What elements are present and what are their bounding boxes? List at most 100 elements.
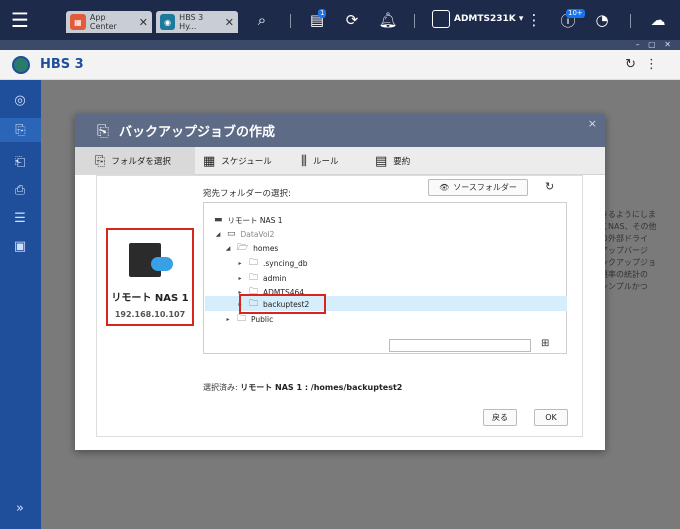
summary-icon: ▤ [375,153,388,169]
storage-space-icon[interactable]: ☰ [10,208,30,228]
folder-icon: ▬ [214,215,223,225]
divider [414,14,415,28]
selection-highlight-box [239,294,326,314]
more-vertical-icon[interactable]: ⋮ [522,8,546,32]
collapse-arrow-icon[interactable]: ▸ [236,260,244,267]
close-icon[interactable]: ✕ [225,16,234,29]
services-icon[interactable]: ▣ [10,236,30,256]
folder-icon: 🗀︎ [249,258,259,268]
sync-folder-icon[interactable]: ⎙ [10,180,30,200]
bell-icon[interactable]: 🔔︎ [376,8,400,32]
backup-job-icon: ⎘ [97,121,110,140]
source-nas-card: リモート NAS 1 192.168.10.107 [106,228,194,326]
divider [290,14,291,28]
tab-app-center[interactable]: ▦ App Center ✕ [66,11,152,33]
tree-node-remote-nas[interactable]: ▬ リモート NAS 1 [214,213,283,227]
step-label: 要約 [393,157,411,167]
back-button[interactable]: 戻る [483,409,517,426]
step-label: スケジュール [221,157,272,167]
source-nas-name: リモート NAS 1 [111,293,189,304]
close-icon[interactable]: × [588,117,597,130]
top-taskbar: ☰ ▦ App Center ✕ ◉ HBS 3 Hy... ✕ ⌕ ▤ 1 ⟳… [0,0,680,40]
user-menu[interactable]: ADMTS231K ▾ [432,10,523,28]
selected-path: 選択済み: リモート NAS 1 : /homes/backuptest2 [203,382,402,393]
tree-label: .syncing_db [263,258,308,268]
tree-label: リモート NAS 1 [227,215,283,225]
tab-label: HBS 3 Hy... [179,13,204,31]
step-rules[interactable]: ⫼ ルール [301,147,339,175]
sidebar: ◎ ⎘ ⎗ ⎙ ☰ ▣ » [0,80,41,529]
cloud-icon [151,257,173,271]
folder-icon: 🗀︎ [237,314,247,324]
expand-arrow-icon[interactable]: ◢ [214,231,222,238]
step-select-folder[interactable]: ⎘ フォルダを選択 [75,147,195,175]
tree-label: DataVol2 [240,229,275,239]
search-icon[interactable]: ⌕ [250,8,274,32]
dialog-body: リモート NAS 1 192.168.10.107 宛先フォルダーの選択: 👁︎… [96,175,583,437]
selected-path-value: リモート NAS 1 : /homes/backuptest2 [240,383,403,392]
hbs-logo-icon [12,55,30,74]
notification-badge: 1 [318,9,327,18]
tab-hbs3[interactable]: ◉ HBS 3 Hy... ✕ [156,11,238,33]
tree-node-admin[interactable]: ▸ 🗀︎ admin [236,271,287,285]
tree-label: homes [253,243,279,253]
user-avatar-icon [432,10,450,28]
folder-tree: ▬ リモート NAS 1 ◢ ▭ DataVol2 ◢ 🗁︎ homes ▸ 🗀… [203,202,567,354]
app-center-icon: ▦ [70,14,86,30]
wizard-steps: ⎘ フォルダを選択 ▦ スケジュール ⫼ ルール ▤ 要約 [75,147,605,175]
folder-select-icon: ⎘ [95,153,106,169]
step-label: フォルダを選択 [111,157,171,167]
refresh-icon[interactable]: ↻ [625,57,636,72]
background-description: きるようにしま こNAS、その他 の外部ドライ アップバージ ックアップジョ 用… [600,210,657,291]
dialog-header: ⎘ バックアップジョブの作成 × [75,114,605,147]
refresh-icon[interactable]: ↻ [545,180,554,193]
divider [630,14,631,28]
username: ADMTS231K ▾ [454,14,524,24]
step-summary[interactable]: ▤ 要約 [375,147,410,175]
ok-button[interactable]: OK [534,409,568,426]
selected-prefix: 選択済み: [203,383,241,392]
tab-label: App Center [89,13,117,31]
step-label: ルール [312,157,339,167]
close-icon[interactable]: ✕ [139,16,148,29]
tree-node-syncing-db[interactable]: ▸ 🗀︎ .syncing_db [236,256,308,270]
sliders-icon: ⫼ [301,153,307,169]
calendar-icon: ▦ [203,153,216,169]
eye-icon: 👁︎ [439,183,450,192]
tree-node-public[interactable]: ▸ 🗀︎ Public [224,312,273,326]
hbs-icon: ◉ [160,14,176,30]
restore-icon[interactable]: ⎗ [10,152,30,172]
tree-label: Public [251,314,274,324]
source-folder-button[interactable]: 👁︎ ソースフォルダー [428,179,528,196]
app-title: HBS 3 [40,57,84,72]
window-titlebar: – ▢ ✕ [0,40,680,50]
more-vertical-icon[interactable]: ⋮ [645,57,658,72]
sync-icon[interactable]: ⟳ [340,8,364,32]
new-folder-name-input[interactable] [389,339,531,352]
source-folder-button-label: ソースフォルダー [453,183,517,192]
backup-icon[interactable]: ⎘ [0,118,41,142]
nas-device-icon [129,243,173,279]
overview-icon[interactable]: ◎ [10,90,30,110]
add-folder-icon[interactable]: ⊞ [541,338,549,349]
destination-folder-label: 宛先フォルダーの選択: [203,189,291,199]
collapse-arrow-icon[interactable]: ▸ [224,316,232,323]
window-controls[interactable]: – ▢ ✕ [636,40,674,50]
folder-open-icon: 🗁︎ [237,243,249,253]
tree-node-datavol2[interactable]: ◢ ▭ DataVol2 [214,227,275,241]
main-menu-icon[interactable]: ☰ [0,0,40,40]
tree-node-homes[interactable]: ◢ 🗁︎ homes [224,241,279,255]
tree-label: admin [263,273,287,283]
dashboard-gauge-icon[interactable]: ◔ [590,8,614,32]
expand-arrow-icon[interactable]: ◢ [224,245,232,252]
firmware-badge: 10+ [566,9,585,18]
collapse-arrow-icon[interactable]: ▸ [236,275,244,282]
step-schedule[interactable]: ▦ スケジュール [203,147,272,175]
expand-sidebar-icon[interactable]: » [10,498,30,518]
cloud-icon[interactable]: ☁ [646,8,670,32]
create-backup-job-dialog: ⎘ バックアップジョブの作成 × ⎘ フォルダを選択 ▦ スケジュール ⫼ ルー… [75,114,605,450]
app-header: HBS 3 ↻ ⋮ [0,50,680,80]
source-nas-ip: 192.168.10.107 [114,310,186,319]
volume-icon: ▭ [227,229,236,239]
dialog-title: バックアップジョブの作成 [119,125,276,140]
